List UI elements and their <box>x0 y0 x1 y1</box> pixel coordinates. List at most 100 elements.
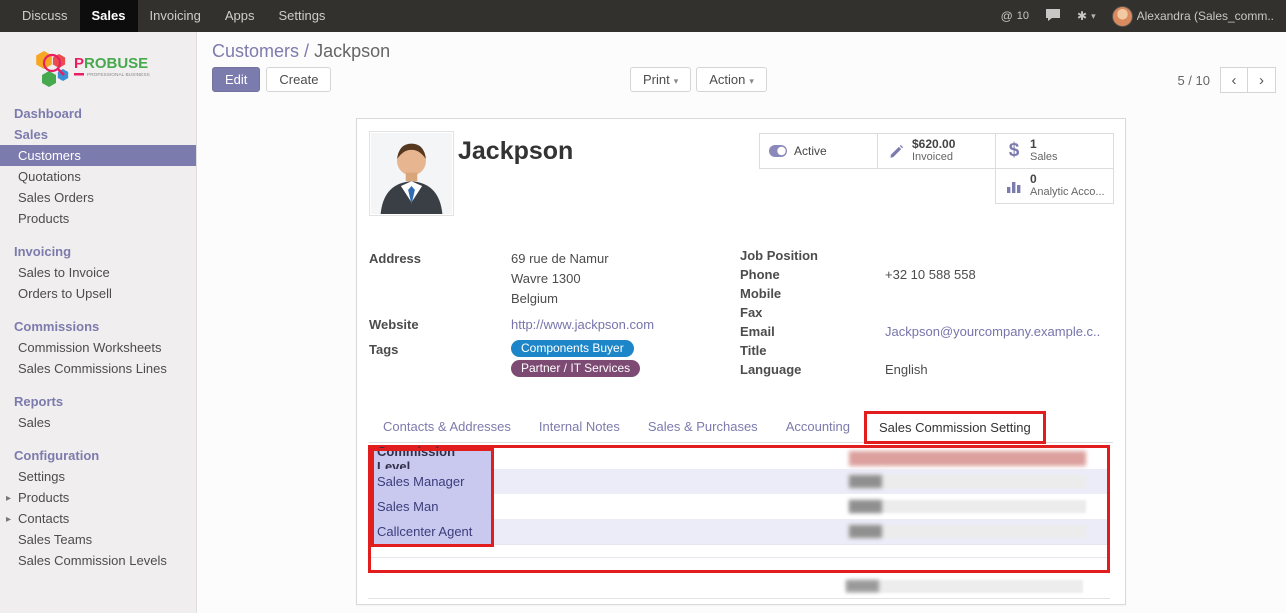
menu-discuss[interactable]: Discuss <box>10 0 80 32</box>
breadcrumb-current: Jackpson <box>314 41 390 61</box>
tab-sales-purchases[interactable]: Sales & Purchases <box>634 411 772 442</box>
sidebar-item-sales-commissions-lines[interactable]: Sales Commissions Lines <box>0 358 196 379</box>
tab-internal-notes[interactable]: Internal Notes <box>525 411 634 442</box>
action-label: Action <box>709 72 745 87</box>
customer-form-sheet: Jackpson Active $620.00 Invoiced $ <box>356 118 1126 605</box>
sidebar-header-reports[interactable]: Reports <box>0 391 196 412</box>
table-row[interactable]: Callcenter Agent <box>371 519 1107 544</box>
table-row[interactable]: Sales Manager <box>371 469 1107 494</box>
commission-level-cell[interactable]: Sales Manager <box>371 469 491 494</box>
tag-components-buyer[interactable]: Components Buyer <box>511 340 634 357</box>
phone-label: Phone <box>740 266 885 285</box>
sidebar-item-customers[interactable]: Customers <box>0 145 196 166</box>
stat-label: Sales <box>1030 151 1058 164</box>
address-line: Belgium <box>511 291 558 306</box>
sidebar-item-sales-to-invoice[interactable]: Sales to Invoice <box>0 262 196 283</box>
customer-photo[interactable] <box>369 131 454 216</box>
sidebar-header-dashboard[interactable]: Dashboard <box>0 103 196 124</box>
expand-arrow-icon[interactable]: ▸ <box>6 491 11 506</box>
menu-apps[interactable]: Apps <box>213 0 267 32</box>
mobile-label: Mobile <box>740 285 885 304</box>
redacted-row-content <box>849 475 1086 488</box>
stat-value: 0 <box>1030 173 1105 186</box>
sheet-bottom-divider <box>368 598 1110 599</box>
website-link[interactable]: http://www.jackpson.com <box>511 317 654 332</box>
menu-settings[interactable]: Settings <box>266 0 337 32</box>
systray: @ 10 ✱ ▾ Alexandra (Sales_comm.. <box>1001 0 1286 32</box>
sidebar-item-label: Products <box>18 490 69 505</box>
messages-button[interactable] <box>1045 8 1061 25</box>
tags-value: Components Buyer Partner / IT Services <box>511 340 654 377</box>
sidebar-item-sales-report[interactable]: Sales <box>0 412 196 433</box>
activities-button[interactable]: @ 10 <box>1001 9 1029 23</box>
sidebar-item-orders-to-upsell[interactable]: Orders to Upsell <box>0 283 196 304</box>
fax-label: Fax <box>740 304 885 323</box>
sidebar-header-sales[interactable]: Sales <box>0 124 196 145</box>
logo-tagline: PROFESSIONAL BUSINESS <box>87 72 150 78</box>
menu-invoicing[interactable]: Invoicing <box>138 0 213 32</box>
sidebar-item-sales-teams[interactable]: Sales Teams <box>0 529 196 550</box>
title-label: Title <box>740 342 885 361</box>
sidebar-item-sales-commission-levels[interactable]: Sales Commission Levels <box>0 550 196 571</box>
menu-sales[interactable]: Sales <box>80 0 138 32</box>
table-empty-row <box>371 557 1107 570</box>
table-row[interactable]: Sales Man <box>371 494 1107 519</box>
sidebar-header-configuration[interactable]: Configuration <box>0 445 196 466</box>
user-menu[interactable]: Alexandra (Sales_comm.. <box>1112 6 1274 27</box>
pager-next-button[interactable]: › <box>1248 67 1276 93</box>
sidebar-item-config-contacts[interactable]: ▸ Contacts <box>0 508 196 529</box>
language-label: Language <box>740 361 885 380</box>
job-position-label: Job Position <box>740 247 885 266</box>
commission-level-cell[interactable]: Callcenter Agent <box>371 519 491 544</box>
tab-contacts-addresses[interactable]: Contacts & Addresses <box>369 411 525 442</box>
probuse-logo: PROBUSE PROFESSIONAL BUSINESS <box>0 32 196 103</box>
user-avatar <box>1112 6 1133 27</box>
tab-accounting[interactable]: Accounting <box>772 411 864 442</box>
expand-arrow-icon[interactable]: ▸ <box>6 512 11 527</box>
sidebar-nav: Dashboard Sales Customers Quotations Sal… <box>0 103 196 571</box>
address-label: Address <box>369 249 511 268</box>
sidebar-item-quotations[interactable]: Quotations <box>0 166 196 187</box>
dollar-icon: $ <box>1002 140 1026 162</box>
breadcrumb: Customers / Jackpson <box>212 41 390 62</box>
print-label: Print <box>643 72 670 87</box>
sales-stat-button[interactable]: $ 1 Sales <box>995 133 1114 169</box>
email-link[interactable]: Jackpson@yourcompany.example.c.. <box>885 324 1100 339</box>
redacted-row-content <box>849 475 882 488</box>
debug-menu-button[interactable]: ✱ ▾ <box>1077 9 1096 23</box>
page-title: Jackpson <box>458 137 573 166</box>
commission-level-cell[interactable]: Sales Man <box>371 494 491 519</box>
edit-button[interactable]: Edit <box>212 67 260 92</box>
column-header-commission-level[interactable]: Commission Level <box>371 448 491 469</box>
pager-previous-button[interactable]: ‹ <box>1220 67 1248 93</box>
sidebar-item-settings[interactable]: Settings <box>0 466 196 487</box>
control-panel-buttons: Edit Create <box>212 67 331 92</box>
breadcrumb-customers-link[interactable]: Customers <box>212 41 299 61</box>
sidebar: PROBUSE PROFESSIONAL BUSINESS Dashboard … <box>0 32 197 613</box>
sidebar-item-config-products[interactable]: ▸ Products <box>0 487 196 508</box>
active-stat-button[interactable]: Active <box>759 133 878 169</box>
stat-label: Analytic Acco... <box>1030 186 1105 199</box>
sidebar-item-label: Contacts <box>18 511 69 526</box>
analytic-stat-button[interactable]: 0 Analytic Acco... <box>995 168 1114 204</box>
sidebar-item-sales-orders[interactable]: Sales Orders <box>0 187 196 208</box>
sidebar-header-commissions[interactable]: Commissions <box>0 316 196 337</box>
stat-label: Invoiced <box>912 151 955 164</box>
fields-left-column: Address 69 rue de Namur Wavre 1300 Belgi… <box>369 249 654 377</box>
active-toggle-icon <box>766 145 790 157</box>
sidebar-item-commission-worksheets[interactable]: Commission Worksheets <box>0 337 196 358</box>
stat-value: 1 <box>1030 138 1058 151</box>
print-dropdown[interactable]: Print▾ <box>630 67 691 92</box>
fax-value <box>885 304 1100 323</box>
tag-partner-it-services[interactable]: Partner / IT Services <box>511 360 640 377</box>
sidebar-item-products[interactable]: Products <box>0 208 196 229</box>
sidebar-header-invoicing[interactable]: Invoicing <box>0 241 196 262</box>
tab-sales-commission-setting[interactable]: Sales Commission Setting <box>864 411 1046 444</box>
chart-icon <box>1002 179 1026 193</box>
action-dropdown[interactable]: Action▾ <box>696 67 767 92</box>
commission-levels-table: Commission Level Sales Manager Sales Man… <box>368 445 1110 573</box>
invoiced-stat-button[interactable]: $620.00 Invoiced <box>877 133 996 169</box>
mobile-value <box>885 285 1100 304</box>
create-button[interactable]: Create <box>266 67 331 92</box>
chat-bubble-icon <box>1045 8 1061 25</box>
